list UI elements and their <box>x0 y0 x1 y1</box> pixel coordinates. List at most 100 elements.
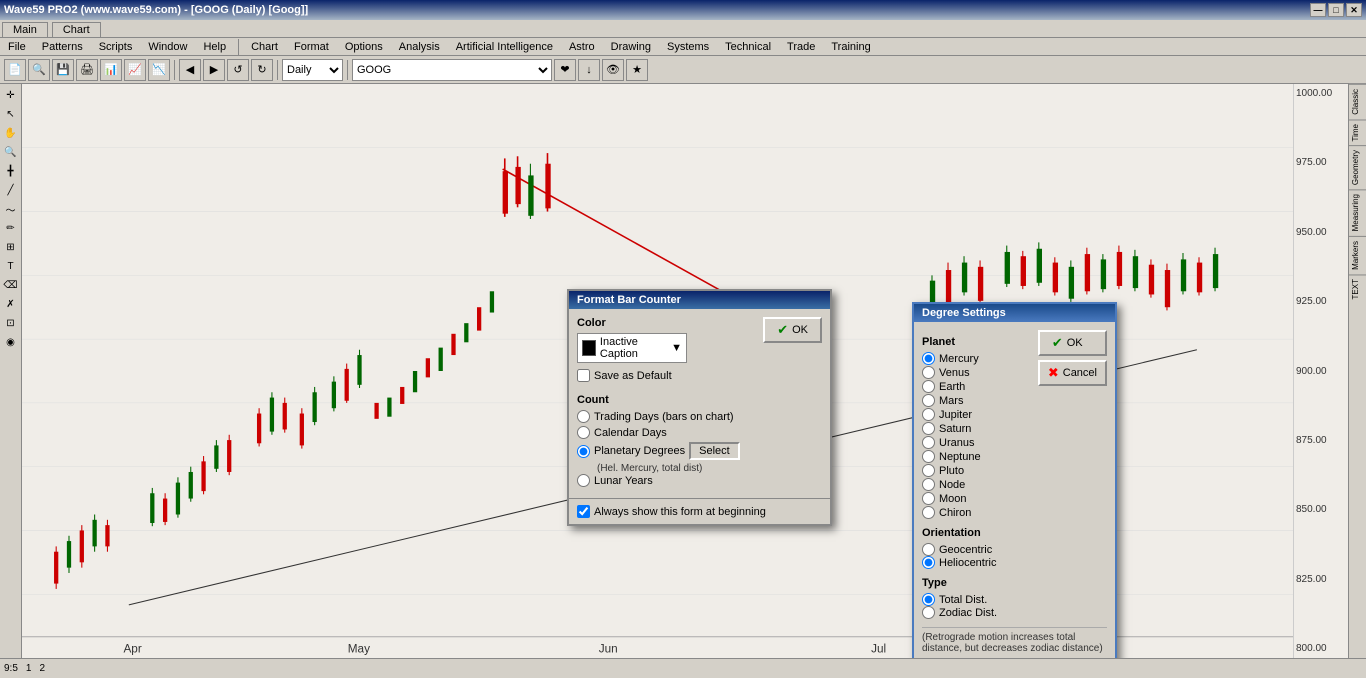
select-button[interactable]: Select <box>689 442 740 460</box>
planet-earth-label: Earth <box>939 381 965 393</box>
lt-tool1[interactable]: ⊞ <box>2 238 20 256</box>
menu-options[interactable]: Options <box>337 38 391 55</box>
menu-file[interactable]: File <box>0 38 34 55</box>
degree-ok-button[interactable]: ✔ OK <box>1038 330 1107 356</box>
price-825: 825.00 <box>1296 574 1346 585</box>
lt-zoom[interactable]: 🔍 <box>2 143 20 161</box>
tb-fav[interactable]: ❤ <box>554 59 576 81</box>
menu-help[interactable]: Help <box>195 38 234 55</box>
menu-window[interactable]: Window <box>140 38 195 55</box>
zodiac-dist-radio[interactable] <box>922 606 935 619</box>
menu-training[interactable]: Training <box>823 38 878 55</box>
menu-chart[interactable]: Chart <box>243 38 286 55</box>
menu-trade[interactable]: Trade <box>779 38 823 55</box>
tb-new[interactable]: 📄 <box>4 59 26 81</box>
planetary-sub-text: (Hel. Mercury, total dist) <box>597 463 822 474</box>
planet-uranus-radio[interactable] <box>922 436 935 449</box>
save-default-row: Save as Default <box>577 369 687 382</box>
fbc-ok-button[interactable]: ✔ OK <box>763 317 822 343</box>
sep1 <box>174 60 175 80</box>
planetary-degrees-row: Planetary Degrees Select <box>577 442 822 460</box>
planet-neptune-radio[interactable] <box>922 450 935 463</box>
lt-text[interactable]: T <box>2 257 20 275</box>
tb-eye[interactable]: 👁 <box>602 59 624 81</box>
maximize-btn[interactable]: □ <box>1328 3 1344 17</box>
lt-eye2[interactable]: ◉ <box>2 333 20 351</box>
tb-star[interactable]: ★ <box>626 59 648 81</box>
tb-back[interactable]: ◀ <box>179 59 201 81</box>
tb-print[interactable]: 🖨 <box>76 59 98 81</box>
menu-format[interactable]: Format <box>286 38 337 55</box>
planet-pluto-radio[interactable] <box>922 464 935 477</box>
menu-analysis[interactable]: Analysis <box>391 38 448 55</box>
geocentric-radio[interactable] <box>922 543 935 556</box>
lt-cross[interactable]: ╋ <box>2 162 20 180</box>
lt-eraser[interactable]: ⌫ <box>2 276 20 294</box>
degree-cancel-label: Cancel <box>1063 367 1097 379</box>
planet-moon-radio[interactable] <box>922 492 935 505</box>
tb-save[interactable]: 💾 <box>52 59 74 81</box>
menu-systems[interactable]: Systems <box>659 38 717 55</box>
lt-measure[interactable]: ⊡ <box>2 314 20 332</box>
tb-down[interactable]: ↓ <box>578 59 600 81</box>
lt-arrow[interactable]: ↖ <box>2 105 20 123</box>
planet-jupiter-radio[interactable] <box>922 408 935 421</box>
color-swatch <box>582 340 596 356</box>
planet-earth-radio[interactable] <box>922 380 935 393</box>
lt-hand[interactable]: ✋ <box>2 124 20 142</box>
heliocentric-label: Heliocentric <box>939 557 996 569</box>
planet-saturn-radio[interactable] <box>922 422 935 435</box>
planet-mercury-radio[interactable] <box>922 352 935 365</box>
tab-time[interactable]: Time <box>1349 119 1366 145</box>
degree-cancel-button[interactable]: ✖ Cancel <box>1038 360 1107 386</box>
degree-title-bar[interactable]: Degree Settings <box>914 304 1115 322</box>
tb-reload[interactable]: ↻ <box>251 59 273 81</box>
planet-venus-radio[interactable] <box>922 366 935 379</box>
fbc-title-bar[interactable]: Format Bar Counter <box>569 291 830 309</box>
symbol-select[interactable]: GOOG <box>352 59 552 81</box>
interval-select[interactable]: Daily Weekly Monthly <box>282 59 343 81</box>
total-dist-radio[interactable] <box>922 593 935 606</box>
menu-technical[interactable]: Technical <box>717 38 779 55</box>
trading-days-radio[interactable] <box>577 410 590 423</box>
color-dropdown[interactable]: Inactive Caption ▼ <box>577 333 687 363</box>
lt-line[interactable]: ╱ <box>2 181 20 199</box>
heliocentric-radio[interactable] <box>922 556 935 569</box>
degree-body: Planet Mercury Venus <box>914 322 1115 658</box>
calendar-days-radio[interactable] <box>577 426 590 439</box>
lt-delete[interactable]: ✗ <box>2 295 20 313</box>
lt-pen[interactable]: ✏ <box>2 219 20 237</box>
menu-ai[interactable]: Artificial Intelligence <box>448 38 561 55</box>
menu-patterns[interactable]: Patterns <box>34 38 91 55</box>
title-controls: — □ ✕ <box>1310 3 1362 17</box>
price-950: 950.00 <box>1296 227 1346 238</box>
save-default-checkbox[interactable] <box>577 369 590 382</box>
menu-astro[interactable]: Astro <box>561 38 603 55</box>
planet-node-radio[interactable] <box>922 478 935 491</box>
planet-chiron-radio[interactable] <box>922 506 935 519</box>
lt-wave[interactable]: 〜 <box>2 200 20 218</box>
tb-chart2[interactable]: 📈 <box>124 59 146 81</box>
main-window-tab[interactable]: Main <box>2 22 48 37</box>
minimize-btn[interactable]: — <box>1310 3 1326 17</box>
svg-text:Jun: Jun <box>599 643 618 656</box>
always-show-checkbox[interactable] <box>577 505 590 518</box>
tab-geometry[interactable]: Geometry <box>1349 145 1366 189</box>
lt-cursor[interactable]: ✛ <box>2 86 20 104</box>
planetary-degrees-radio[interactable] <box>577 445 590 458</box>
close-btn[interactable]: ✕ <box>1346 3 1362 17</box>
tab-text[interactable]: TEXT <box>1349 274 1366 303</box>
lunar-years-radio[interactable] <box>577 474 590 487</box>
menu-drawing[interactable]: Drawing <box>603 38 659 55</box>
tb-chart3[interactable]: 📉 <box>148 59 170 81</box>
tab-classic[interactable]: Classic <box>1349 84 1366 119</box>
tab-markers[interactable]: Markers <box>1349 236 1366 274</box>
tb-open[interactable]: 🔍 <box>28 59 50 81</box>
tab-measuring[interactable]: Measuring <box>1349 189 1366 235</box>
tb-refresh[interactable]: ↺ <box>227 59 249 81</box>
planet-mars-radio[interactable] <box>922 394 935 407</box>
tb-forward[interactable]: ▶ <box>203 59 225 81</box>
tb-chart1[interactable]: 📊 <box>100 59 122 81</box>
chart-window-tab[interactable]: Chart <box>52 22 101 37</box>
menu-scripts[interactable]: Scripts <box>91 38 141 55</box>
